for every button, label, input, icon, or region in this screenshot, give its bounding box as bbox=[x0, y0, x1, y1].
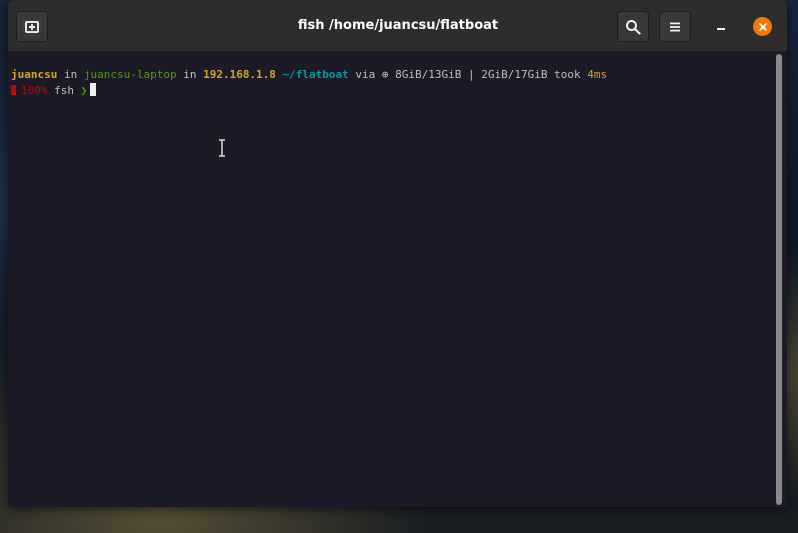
minimize-icon bbox=[717, 28, 725, 30]
close-icon bbox=[758, 22, 767, 31]
input-line: 100% fsh ❯ bbox=[11, 83, 97, 97]
minimize-button[interactable] bbox=[712, 17, 730, 35]
prompt-user: juancsu bbox=[11, 68, 58, 81]
headerbar: fish /home/juancsu/flatboat bbox=[8, 0, 787, 52]
search-button[interactable] bbox=[617, 11, 649, 42]
new-tab-button[interactable] bbox=[16, 11, 48, 42]
prompt-host: juancsu-laptop bbox=[83, 68, 177, 81]
text-cursor bbox=[90, 83, 97, 96]
terminal-window: fish /home/juancsu/flatboat juancsu in j… bbox=[8, 0, 787, 507]
memory-icon: ⊕ bbox=[381, 68, 389, 81]
prompt-line: juancsu in juancsu-laptop in 192.168.1.8… bbox=[11, 68, 607, 82]
battery-icon bbox=[11, 85, 16, 95]
prompt-via: via bbox=[348, 68, 382, 81]
terminal-area[interactable]: juancsu in juancsu-laptop in 192.168.1.8… bbox=[8, 52, 787, 507]
scrollbar[interactable] bbox=[775, 54, 783, 505]
close-button[interactable] bbox=[753, 17, 772, 36]
hamburger-menu-icon bbox=[670, 22, 680, 31]
prompt-directory: ~/flatboat bbox=[282, 68, 349, 81]
prompt-memory: 8GiB/13GiB | 2GiB/17GiB bbox=[388, 68, 548, 81]
prompt-in-2: in bbox=[176, 68, 204, 81]
new-tab-icon bbox=[25, 20, 39, 33]
battery-level: 100% bbox=[21, 84, 48, 97]
scrollbar-thumb[interactable] bbox=[776, 54, 782, 505]
prompt-duration: 4ms bbox=[587, 68, 608, 81]
search-icon bbox=[626, 19, 641, 35]
prompt-ip: 192.168.1.8 bbox=[203, 68, 276, 81]
prompt-took: took bbox=[547, 68, 588, 81]
ibeam-cursor-icon bbox=[219, 139, 225, 157]
shell-name: fsh bbox=[47, 84, 81, 97]
prompt-in-1: in bbox=[57, 68, 84, 81]
menu-button[interactable] bbox=[659, 11, 691, 42]
prompt-arrow: ❯ bbox=[80, 84, 88, 97]
window-title: fish /home/juancsu/flatboat bbox=[297, 18, 499, 33]
